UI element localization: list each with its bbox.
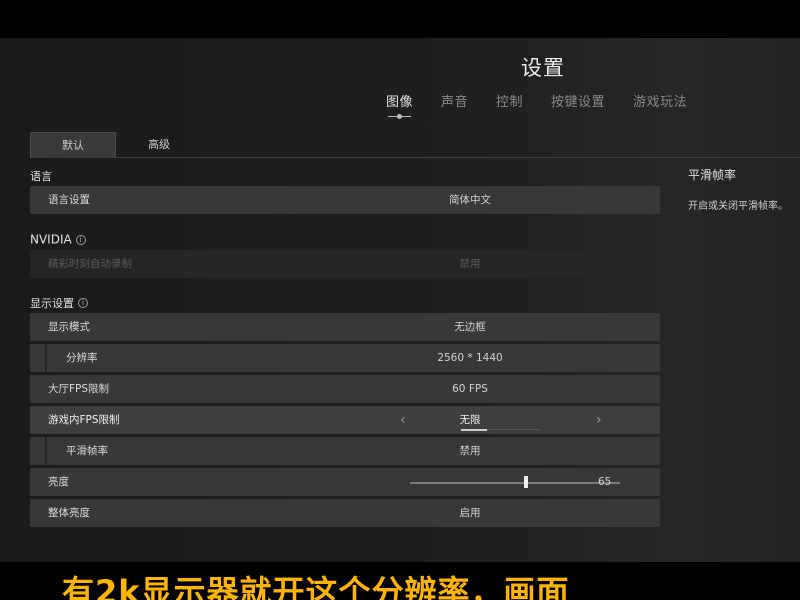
setting-row-overall-brightness[interactable]: 整体亮度 启用 — [30, 499, 660, 527]
section-label: 语言 — [30, 170, 52, 183]
setting-value[interactable]: 无边框 — [398, 313, 542, 341]
setting-value[interactable]: 2560 * 1440 — [398, 344, 542, 372]
setting-row-lobby-fps[interactable]: 大厅FPS限制 60 FPS — [30, 375, 660, 403]
setting-row-highlights: 精彩时刻自动录制 禁用 — [30, 250, 660, 278]
subtab-default[interactable]: 默认 — [30, 132, 116, 158]
tab-audio[interactable]: 声音 — [441, 91, 468, 117]
setting-row-display-mode[interactable]: 显示模式 无边框 — [30, 313, 660, 341]
tab-controls[interactable]: 控制 — [496, 91, 523, 117]
setting-name: 显示模式 — [48, 321, 90, 333]
tab-label: 图像 — [386, 95, 414, 110]
setting-row-brightness[interactable]: 亮度 65 — [30, 468, 660, 496]
setting-name: 整体亮度 — [48, 507, 90, 519]
setting-value[interactable]: 简体中文 — [398, 186, 542, 214]
video-caption: 有2k显示器就开这个分辨率，画面 — [62, 573, 570, 600]
info-icon[interactable]: i — [78, 298, 88, 308]
subtab-advanced[interactable]: 高级 — [116, 132, 202, 158]
setting-name: 亮度 — [48, 476, 69, 488]
settings-screen: 设置 图像 声音 控制 按键设置 游戏玩法 默认 高级 语言 语言设置 简体中文… — [0, 38, 800, 562]
setting-row-ingame-fps[interactable]: 游戏内FPS限制 ‹ 无限 › — [30, 406, 660, 434]
setting-name: 大厅FPS限制 — [48, 383, 110, 395]
chevron-right-icon[interactable]: › — [596, 406, 602, 434]
info-icon[interactable]: i — [75, 234, 86, 245]
side-panel-description: 开启或关闭平滑帧率。 — [688, 201, 788, 212]
setting-name: 分辨率 — [66, 352, 98, 364]
section-label: NVIDIA — [30, 232, 72, 247]
tab-graphics[interactable]: 图像 — [386, 91, 414, 119]
setting-name: 语言设置 — [48, 194, 90, 206]
setting-value[interactable]: 禁用 — [398, 437, 542, 465]
side-panel-title: 平滑帧率 — [688, 168, 737, 182]
setting-value[interactable]: 60 FPS — [398, 375, 542, 403]
setting-row-language[interactable]: 语言设置 简体中文 — [30, 186, 660, 214]
section-nvidia-title: NVIDIA i — [30, 232, 86, 247]
active-tab-indicator — [397, 114, 402, 119]
setting-row-smooth-framerate[interactable]: 平滑帧率 禁用 — [30, 437, 660, 465]
setting-value[interactable]: 启用 — [398, 499, 542, 527]
brightness-slider[interactable] — [410, 476, 620, 488]
setting-row-resolution[interactable]: 分辨率 2560 * 1440 — [30, 344, 660, 372]
setting-value: 禁用 — [459, 258, 481, 270]
section-language-title: 语言 — [30, 168, 52, 184]
tab-gameplay[interactable]: 游戏玩法 — [633, 91, 687, 117]
subtabs: 默认 高级 — [30, 132, 800, 158]
slider-thumb[interactable] — [523, 476, 528, 488]
setting-name: 平滑帧率 — [66, 445, 108, 457]
setting-name: 精彩时刻自动录制 — [48, 258, 132, 270]
option-indicator-segment — [461, 428, 487, 431]
main-tabs: 图像 声音 控制 按键设置 游戏玩法 — [386, 91, 687, 119]
brightness-value: 65 — [598, 476, 612, 488]
tab-keybindings[interactable]: 按键设置 — [551, 91, 605, 117]
section-display-title: 显示设置 i — [30, 295, 88, 311]
option-indicator — [461, 428, 541, 431]
section-label: 显示设置 — [30, 297, 74, 310]
page-title: 设置 — [521, 56, 565, 80]
setting-name: 游戏内FPS限制 — [48, 414, 120, 426]
